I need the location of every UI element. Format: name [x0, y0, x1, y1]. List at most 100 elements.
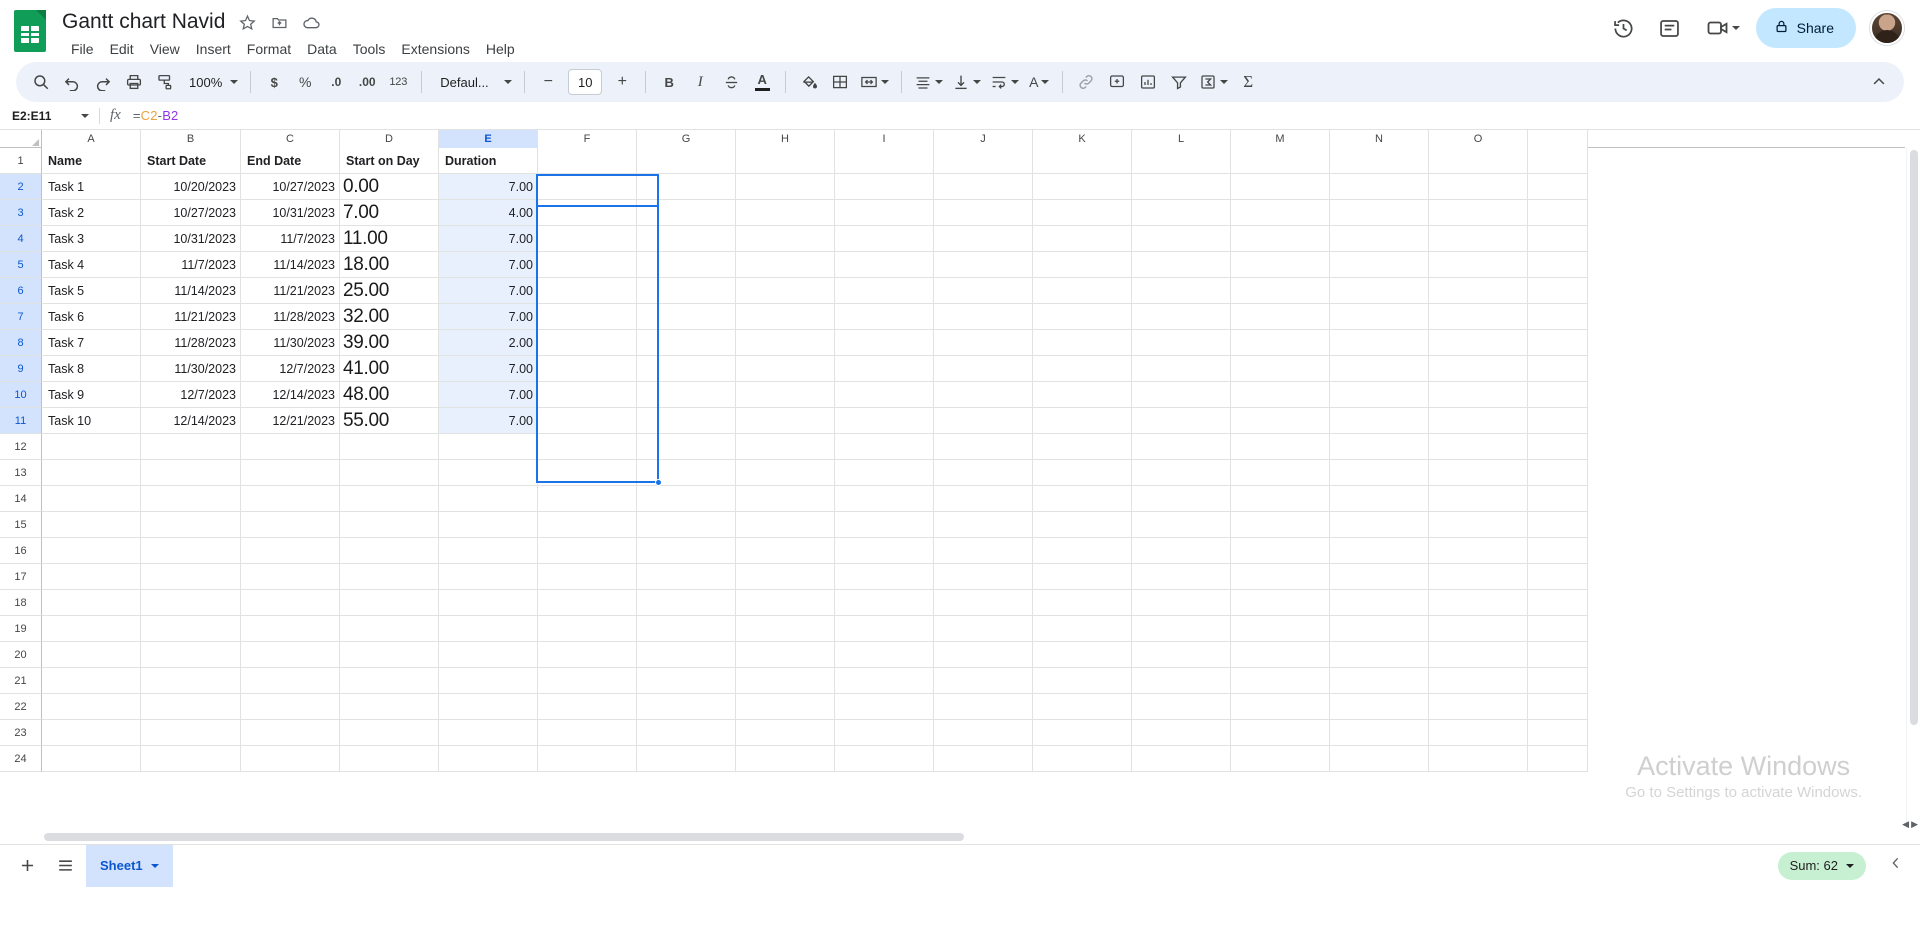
- cell-E23[interactable]: [439, 720, 538, 746]
- cell-empty[interactable]: [934, 512, 1033, 538]
- cell-D4[interactable]: 11.00: [340, 226, 439, 252]
- cell-empty[interactable]: [1429, 746, 1528, 772]
- column-header-d[interactable]: D: [340, 130, 439, 148]
- cell-empty[interactable]: [1330, 694, 1429, 720]
- cell-empty[interactable]: [1528, 616, 1588, 642]
- cell-C21[interactable]: [241, 668, 340, 694]
- cell-A20[interactable]: [42, 642, 141, 668]
- cell-empty[interactable]: [1132, 460, 1231, 486]
- cell-empty[interactable]: [835, 720, 934, 746]
- increase-decimal-button[interactable]: .00: [352, 67, 382, 97]
- cell-empty[interactable]: [835, 252, 934, 278]
- cell-empty[interactable]: [1033, 330, 1132, 356]
- cell-A3[interactable]: Task 2: [42, 200, 141, 226]
- cell-E6[interactable]: 7.00: [439, 278, 538, 304]
- row-header-16[interactable]: 16: [0, 538, 42, 564]
- cell-empty[interactable]: [1528, 252, 1588, 278]
- cell-empty[interactable]: [538, 590, 637, 616]
- sum-function-button[interactable]: Σ: [1233, 67, 1263, 97]
- cell-empty[interactable]: [1231, 538, 1330, 564]
- cell-empty[interactable]: [1132, 746, 1231, 772]
- cell-empty[interactable]: [1231, 382, 1330, 408]
- cell-empty[interactable]: [1231, 330, 1330, 356]
- column-header-m[interactable]: M: [1231, 130, 1330, 148]
- font-size-input[interactable]: 10: [568, 69, 603, 95]
- cell-B14[interactable]: [141, 486, 241, 512]
- cell-empty[interactable]: [1231, 460, 1330, 486]
- cell-E4[interactable]: 7.00: [439, 226, 538, 252]
- cell-empty[interactable]: [637, 616, 736, 642]
- increase-font-size-button[interactable]: +: [607, 67, 637, 97]
- strikethrough-icon[interactable]: [716, 67, 746, 97]
- cell-A19[interactable]: [42, 616, 141, 642]
- cell-empty[interactable]: [1033, 668, 1132, 694]
- fill-handle[interactable]: [655, 479, 662, 486]
- cell-empty[interactable]: [538, 512, 637, 538]
- cell-B24[interactable]: [141, 746, 241, 772]
- cell-empty[interactable]: [934, 538, 1033, 564]
- cell-B13[interactable]: [141, 460, 241, 486]
- cell-B2[interactable]: 10/20/2023: [141, 174, 241, 200]
- cell-empty[interactable]: [1528, 408, 1588, 434]
- cell-empty[interactable]: [835, 434, 934, 460]
- cell-empty[interactable]: [1033, 590, 1132, 616]
- cell-empty[interactable]: [1132, 304, 1231, 330]
- column-header-e[interactable]: E: [439, 130, 538, 148]
- user-avatar[interactable]: [1870, 11, 1904, 45]
- cell-empty[interactable]: [1429, 200, 1528, 226]
- paint-format-icon[interactable]: [150, 67, 180, 97]
- cell-B7[interactable]: 11/21/2023: [141, 304, 241, 330]
- cell-D19[interactable]: [340, 616, 439, 642]
- cell-D22[interactable]: [340, 694, 439, 720]
- row-header-12[interactable]: 12: [0, 434, 42, 460]
- cell-empty[interactable]: [1132, 148, 1231, 174]
- row-header-17[interactable]: 17: [0, 564, 42, 590]
- merge-cells-icon[interactable]: [856, 67, 893, 97]
- cell-E19[interactable]: [439, 616, 538, 642]
- cell-empty[interactable]: [538, 720, 637, 746]
- cell-C24[interactable]: [241, 746, 340, 772]
- cell-empty[interactable]: [1231, 486, 1330, 512]
- cell-E11[interactable]: 7.00: [439, 408, 538, 434]
- cell-empty[interactable]: [1429, 148, 1528, 174]
- cell-D5[interactable]: 18.00: [340, 252, 439, 278]
- cell-E20[interactable]: [439, 642, 538, 668]
- cell-empty[interactable]: [1330, 200, 1429, 226]
- cell-empty[interactable]: [736, 304, 835, 330]
- cell-empty[interactable]: [835, 330, 934, 356]
- cell-E2[interactable]: 7.00: [439, 174, 538, 200]
- cell-empty[interactable]: [1528, 148, 1588, 174]
- cell-empty[interactable]: [736, 512, 835, 538]
- row-header-14[interactable]: 14: [0, 486, 42, 512]
- row-header-11[interactable]: 11: [0, 408, 42, 434]
- cell-empty[interactable]: [736, 460, 835, 486]
- cell-empty[interactable]: [835, 486, 934, 512]
- cell-empty[interactable]: [1528, 200, 1588, 226]
- print-icon[interactable]: [119, 67, 149, 97]
- row-header-24[interactable]: 24: [0, 746, 42, 772]
- cloud-saved-icon[interactable]: [301, 12, 321, 32]
- cell-empty[interactable]: [1429, 382, 1528, 408]
- text-color-button[interactable]: A: [747, 67, 777, 97]
- cell-empty[interactable]: [637, 538, 736, 564]
- cell-empty[interactable]: [1132, 408, 1231, 434]
- cell-A21[interactable]: [42, 668, 141, 694]
- cell-E10[interactable]: 7.00: [439, 382, 538, 408]
- currency-format-button[interactable]: $: [259, 67, 289, 97]
- cell-A5[interactable]: Task 4: [42, 252, 141, 278]
- cell-empty[interactable]: [1033, 460, 1132, 486]
- cell-empty[interactable]: [1330, 408, 1429, 434]
- cell-empty[interactable]: [835, 148, 934, 174]
- cell-C14[interactable]: [241, 486, 340, 512]
- cell-empty[interactable]: [835, 226, 934, 252]
- cell-C8[interactable]: 11/30/2023: [241, 330, 340, 356]
- scroll-right-arrow[interactable]: ▶: [1911, 819, 1918, 830]
- cell-A22[interactable]: [42, 694, 141, 720]
- cell-empty[interactable]: [934, 486, 1033, 512]
- cell-empty[interactable]: [1231, 200, 1330, 226]
- row-header-4[interactable]: 4: [0, 226, 42, 252]
- cell-B6[interactable]: 11/14/2023: [141, 278, 241, 304]
- cell-empty[interactable]: [934, 642, 1033, 668]
- cell-empty[interactable]: [1132, 564, 1231, 590]
- cell-A18[interactable]: [42, 590, 141, 616]
